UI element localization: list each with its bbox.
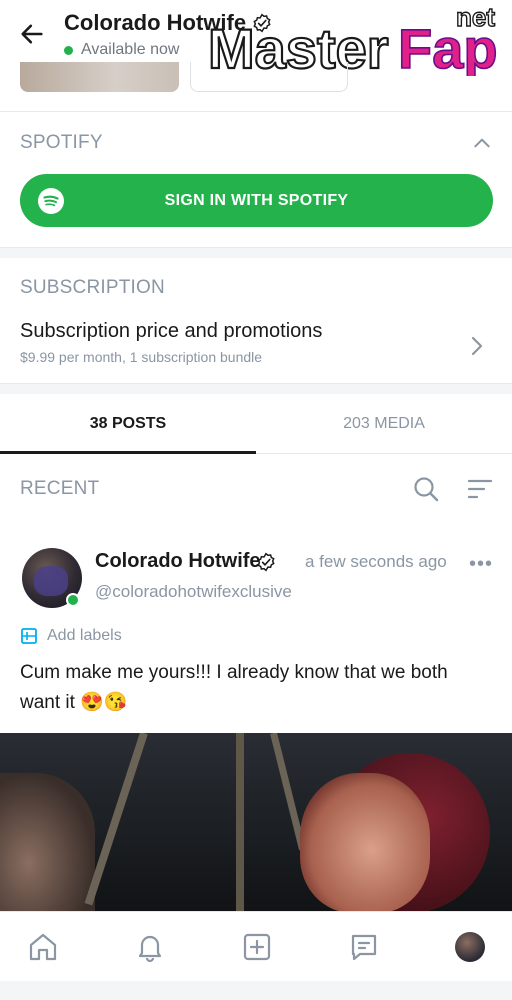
subscription-price-row[interactable]: Subscription price and promotions $9.99 … xyxy=(0,312,512,382)
add-labels-button[interactable]: Add labels xyxy=(20,627,122,645)
avatar-photo xyxy=(34,566,68,596)
chevron-up-icon[interactable] xyxy=(472,133,492,153)
bottom-navigation xyxy=(0,911,512,981)
bell-icon[interactable] xyxy=(134,931,166,963)
status-text: Available now xyxy=(81,41,180,58)
section-gap xyxy=(0,384,512,394)
media-shape xyxy=(300,773,430,911)
active-tab-indicator xyxy=(0,451,256,454)
tab-posts[interactable]: 38 POSTS xyxy=(0,395,256,453)
online-status: Available now xyxy=(64,41,179,59)
post-timestamp: a few seconds ago xyxy=(305,552,447,571)
message-icon[interactable] xyxy=(348,931,380,963)
label-icon xyxy=(21,628,37,644)
profile-photo-thumb[interactable] xyxy=(20,62,179,92)
section-gap xyxy=(0,248,512,258)
verified-badge-icon xyxy=(257,552,275,572)
add-labels-label: Add labels xyxy=(47,627,122,644)
subscription-detail: $9.99 per month, 1 subscription bundle xyxy=(20,349,263,365)
svg-text:net: net xyxy=(456,4,495,32)
online-dot xyxy=(64,45,73,55)
spotify-logo-icon xyxy=(38,188,64,214)
sort-icon[interactable] xyxy=(467,478,493,500)
spotify-signin-button[interactable]: SIGN IN WITH SPOTIFY xyxy=(20,174,493,227)
profile-chip[interactable] xyxy=(190,62,348,92)
post-author-handle[interactable]: @coloradohotwifexclusive xyxy=(95,582,292,602)
recent-section-label: RECENT xyxy=(20,478,100,499)
system-bar xyxy=(0,981,512,1000)
search-icon[interactable] xyxy=(413,476,439,502)
subscription-title: Subscription price and promotions xyxy=(20,320,323,342)
chevron-right-icon xyxy=(471,336,483,356)
divider xyxy=(0,111,512,112)
more-options-button[interactable]: ••• xyxy=(469,553,493,576)
media-shape xyxy=(0,773,95,911)
spotify-section-label: SPOTIFY xyxy=(20,132,103,153)
post-caption: Cum make me yours!!! I already know that… xyxy=(20,662,448,713)
back-arrow-icon[interactable] xyxy=(18,20,46,48)
profile-avatar[interactable] xyxy=(455,932,485,962)
media-shape xyxy=(236,733,244,911)
profile-preview-strip xyxy=(0,62,512,92)
post-author-name[interactable]: Colorado Hotwife xyxy=(95,550,261,573)
plus-square-icon[interactable] xyxy=(241,931,273,963)
post-media-image[interactable] xyxy=(0,733,512,911)
tab-media[interactable]: 203 MEDIA xyxy=(256,395,512,453)
home-icon[interactable] xyxy=(27,931,59,963)
spotify-button-label: SIGN IN WITH SPOTIFY xyxy=(164,191,349,209)
avatar-online-dot xyxy=(66,593,80,607)
subscription-section-label: SUBSCRIPTION xyxy=(20,277,165,298)
media-shape xyxy=(84,733,148,906)
